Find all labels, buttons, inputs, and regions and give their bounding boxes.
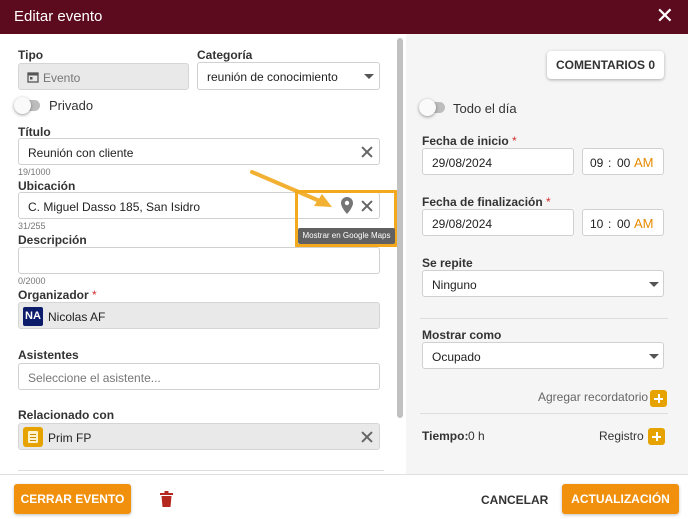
relacionado-value: Prim FP (48, 431, 92, 445)
mostrar-select[interactable]: Ocupado (422, 342, 664, 369)
fin-label: Fecha de finalización * (422, 195, 551, 209)
ubicacion-counter: 31/255 (18, 221, 46, 231)
titulo-value: Reunión con cliente (28, 146, 134, 160)
categoria-select[interactable]: reunión de conocimiento (197, 62, 380, 90)
inicio-date: 29/08/2024 (432, 156, 493, 170)
asistentes-placeholder: Seleccione el asistente... (28, 371, 161, 385)
fin-date: 29/08/2024 (432, 217, 493, 231)
dialog-titlebar: Editar evento ✕ (0, 0, 688, 34)
privado-label: Privado (49, 98, 94, 113)
fin-ampm[interactable]: AM (634, 216, 654, 231)
descripcion-input[interactable] (18, 247, 380, 274)
inicio-date-input[interactable]: 29/08/2024 (422, 148, 574, 175)
inicio-time-input[interactable]: 09 : 00 AM (582, 148, 664, 175)
titulo-input[interactable]: Reunión con cliente (18, 138, 380, 165)
divider (420, 413, 668, 414)
relacionado-chip[interactable]: Prim FP (18, 423, 380, 450)
categoria-value: reunión de conocimiento (207, 70, 338, 84)
dialog-title: Editar evento (14, 8, 103, 25)
cancelar-button[interactable]: CANCELAR (481, 493, 548, 507)
chevron-down-icon (649, 282, 659, 287)
chevron-down-icon (364, 74, 374, 79)
inicio-hour[interactable]: 09 (590, 156, 603, 170)
ubicacion-label: Ubicación (18, 179, 76, 193)
recordatorio-label: Agregar recordatorio (538, 390, 649, 404)
relacionado-label: Relacionado con (18, 408, 115, 422)
right-panel (406, 34, 688, 474)
asistentes-label: Asistentes (18, 348, 79, 362)
fin-sep: : (608, 217, 612, 231)
tiempo-label: Tiempo: (422, 429, 469, 443)
mostrar-label: Mostrar como (422, 328, 502, 342)
repite-label: Se repite (422, 256, 473, 270)
divider (420, 318, 668, 319)
privado-toggle[interactable] (14, 97, 40, 114)
repite-select[interactable]: Ninguno (422, 270, 664, 297)
close-icon[interactable]: ✕ (656, 4, 674, 28)
inicio-sep: : (608, 156, 612, 170)
chevron-down-icon (649, 354, 659, 359)
organizador-chip: NA Nicolas AF (18, 302, 380, 329)
inicio-minute[interactable]: 00 (617, 156, 630, 170)
tipo-value: Evento (43, 71, 81, 85)
tipo-field: Evento (18, 63, 189, 90)
registro-label: Registro (599, 429, 644, 443)
todo-el-dia-toggle[interactable] (419, 99, 445, 116)
titulo-label: Título (18, 125, 51, 139)
add-registro-button[interactable] (648, 428, 665, 445)
descripcion-counter: 0/2000 (18, 276, 46, 286)
maps-tooltip: Mostrar en Google Maps (298, 228, 395, 244)
actualizacion-button[interactable]: ACTUALIZACIÓN (562, 484, 679, 514)
organizador-name: Nicolas AF (48, 310, 106, 324)
organizador-label: Organizador * (18, 288, 97, 302)
add-reminder-button[interactable] (650, 390, 667, 407)
fin-date-input[interactable]: 29/08/2024 (422, 209, 574, 236)
comentarios-button[interactable]: COMENTARIOS 0 (547, 51, 664, 79)
divider (18, 470, 384, 471)
asistentes-input[interactable]: Seleccione el asistente... (18, 363, 380, 390)
avatar: NA (23, 307, 43, 326)
descripcion-label: Descripción (18, 233, 87, 247)
fin-minute[interactable]: 00 (617, 217, 630, 231)
titulo-counter: 19/1000 (18, 167, 51, 177)
cerrar-evento-button[interactable]: CERRAR EVENTO (14, 484, 131, 514)
fin-hour[interactable]: 10 (590, 217, 603, 231)
clear-icon[interactable] (360, 430, 374, 444)
trash-icon[interactable] (160, 491, 173, 507)
tiempo-value: 0 h (468, 429, 485, 443)
scrollbar[interactable] (397, 38, 403, 418)
inicio-label: Fecha de inicio * (422, 134, 517, 148)
document-icon (23, 427, 43, 447)
tipo-label: Tipo (18, 48, 44, 62)
mostrar-value: Ocupado (432, 350, 481, 364)
todo-el-dia-label: Todo el día (453, 101, 517, 116)
fin-time-input[interactable]: 10 : 00 AM (582, 209, 664, 236)
clear-icon[interactable] (360, 145, 374, 159)
repite-value: Ninguno (432, 278, 477, 292)
inicio-ampm[interactable]: AM (634, 155, 654, 170)
categoria-label: Categoría (197, 48, 253, 62)
ubicacion-value: C. Miguel Dasso 185, San Isidro (28, 200, 201, 214)
calendar-icon (27, 72, 39, 83)
